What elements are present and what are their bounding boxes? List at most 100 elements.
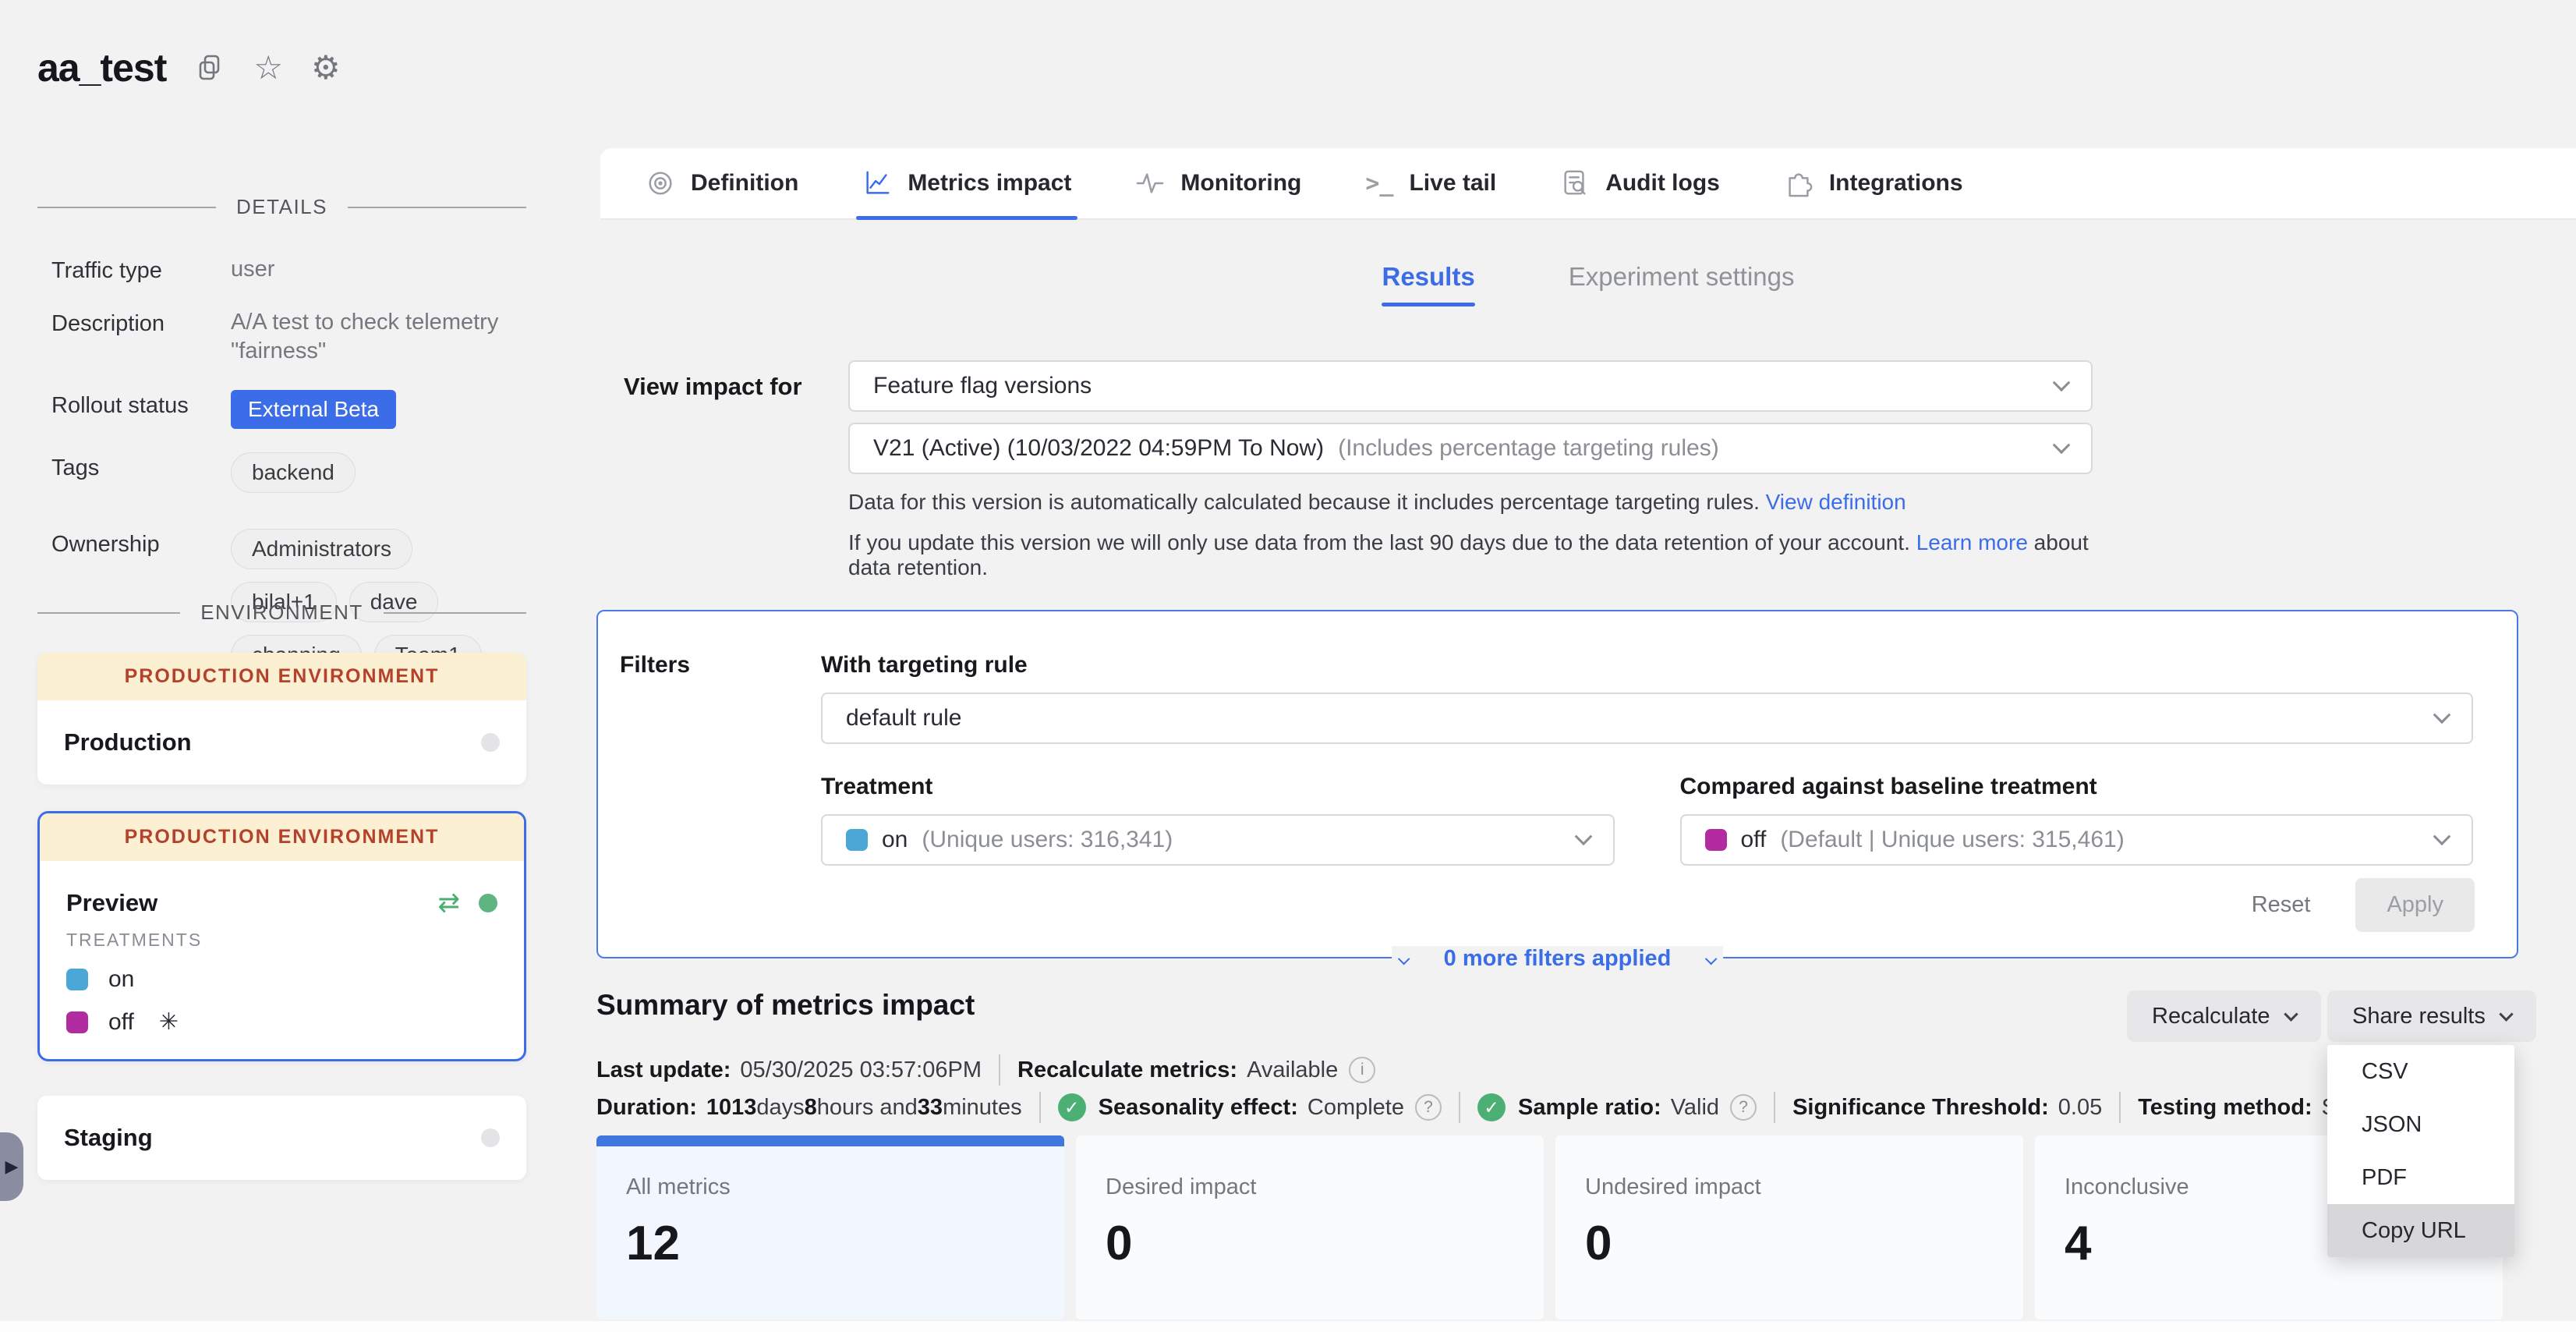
tab-label: Live tail — [1409, 170, 1496, 197]
more-filters-toggle[interactable]: 0 more filters applied — [1392, 946, 1724, 972]
seasonality-label: Seasonality effect: — [1099, 1095, 1298, 1121]
description-label: Description — [51, 308, 231, 367]
question-icon[interactable]: ? — [1730, 1094, 1757, 1121]
tab-bar: Definition Metrics impact Monitoring >_ … — [600, 148, 2576, 220]
chevron-down-icon — [1397, 953, 1410, 965]
tags-label: Tags — [51, 452, 231, 505]
subtab-experiment-settings[interactable]: Experiment settings — [1569, 262, 1795, 306]
tab-definition[interactable]: Definition — [646, 148, 798, 218]
bottom-strip — [0, 1321, 2576, 1332]
env-name-production: Production — [64, 728, 192, 756]
subtab-settings-label: Experiment settings — [1569, 262, 1795, 292]
metric-card-desired-impact[interactable]: Desired impact 0 — [1076, 1135, 1544, 1320]
metric-card-undesired-impact[interactable]: Undesired impact 0 — [1555, 1135, 2023, 1320]
version-value: V21 (Active) (10/03/2022 04:59PM To Now) — [873, 435, 1324, 462]
sample-ratio-value: Valid — [1671, 1095, 1719, 1121]
metric-card-value: 0 — [1585, 1216, 2023, 1271]
gear-icon[interactable]: ⚙ — [311, 51, 341, 84]
question-icon[interactable]: ? — [1415, 1094, 1442, 1121]
share-results-button-label: Share results — [2352, 1004, 2486, 1029]
line-chart-icon — [862, 168, 892, 198]
production-env-banner: PRODUCTION ENVIRONMENT — [40, 813, 524, 861]
chevron-down-icon — [2284, 1007, 2298, 1021]
treatment-off-swatch — [66, 1011, 88, 1033]
menu-item-json[interactable]: JSON — [2327, 1098, 2514, 1151]
rollout-status-badge[interactable]: External Beta — [231, 390, 396, 429]
share-results-menu: CSV JSON PDF Copy URL — [2327, 1045, 2514, 1257]
tag-pill[interactable]: backend — [231, 452, 356, 493]
data-retention-note-text: If you update this version we will only … — [848, 530, 1916, 554]
filters-title: Filters — [620, 652, 821, 957]
duration-hours-unit: hours and — [817, 1095, 918, 1121]
swap-arrows-icon: ⇄ — [438, 890, 461, 916]
env-status-dot — [481, 1128, 500, 1147]
results-subtabs: Results Experiment settings — [600, 262, 2576, 306]
menu-item-copy-url[interactable]: Copy URL — [2327, 1204, 2514, 1257]
info-icon[interactable]: i — [1349, 1057, 1375, 1083]
env-name-preview: Preview — [66, 889, 157, 917]
duration-days-unit: days — [756, 1095, 804, 1121]
view-definition-link[interactable]: View definition — [1766, 490, 1906, 514]
chevron-down-icon — [2499, 1007, 2513, 1021]
recalculate-metrics-label: Recalculate metrics: — [1017, 1057, 1237, 1083]
divider — [1039, 1092, 1041, 1123]
menu-item-pdf[interactable]: PDF — [2327, 1151, 2514, 1204]
baseline-label: Compared against baseline treatment — [1680, 774, 2474, 800]
tab-monitoring[interactable]: Monitoring — [1135, 148, 1301, 218]
check-circle-icon: ✓ — [1058, 1093, 1086, 1121]
treatment-item-off: off ✳ — [66, 1008, 524, 1036]
share-results-button[interactable]: Share results — [2327, 990, 2536, 1042]
subtab-results[interactable]: Results — [1382, 262, 1474, 306]
star-icon[interactable]: ☆ — [253, 51, 283, 84]
summary-meta-line-2: Duration: 1013 days 8 hours and 33 minut… — [596, 1092, 2362, 1123]
metric-card-all-metrics[interactable]: All metrics 12 — [596, 1135, 1064, 1320]
more-filters-label: 0 more filters applied — [1444, 946, 1672, 972]
targeting-rule-value: default rule — [846, 705, 961, 732]
targeting-rule-select[interactable]: default rule — [821, 693, 2473, 744]
version-auto-note-text: Data for this version is automatically c… — [848, 490, 1766, 514]
subtab-results-label: Results — [1382, 262, 1474, 292]
metric-summary-cards: All metrics 12 Desired impact 0 Undesire… — [596, 1135, 2503, 1320]
recalculate-button[interactable]: Recalculate — [2127, 990, 2321, 1042]
env-status-dot — [481, 733, 500, 752]
chevron-down-icon — [1574, 827, 1592, 845]
copy-icon[interactable] — [194, 52, 225, 83]
env-card-production[interactable]: PRODUCTION ENVIRONMENT Production — [37, 653, 526, 785]
reset-button[interactable]: Reset — [2252, 892, 2311, 918]
version-select[interactable]: V21 (Active) (10/03/2022 04:59PM To Now)… — [848, 423, 2093, 474]
filters-panel: Filters With targeting rule default rule… — [596, 610, 2518, 958]
env-name-staging: Staging — [64, 1124, 153, 1152]
treatment-off-swatch — [1705, 829, 1727, 851]
chevron-down-icon — [1705, 953, 1718, 965]
metric-card-value: 12 — [626, 1216, 1064, 1271]
menu-item-csv[interactable]: CSV — [2327, 1045, 2514, 1098]
summary-title: Summary of metrics impact — [596, 989, 975, 1022]
tab-metrics-impact[interactable]: Metrics impact — [862, 148, 1071, 218]
document-search-icon — [1560, 168, 1590, 198]
data-retention-note: If you update this version we will only … — [848, 530, 2093, 580]
description-value: A/A test to check telemetry "fairness" — [231, 308, 526, 367]
significance-value: 0.05 — [2058, 1095, 2102, 1121]
sidebar-collapse-handle[interactable]: ▶ — [0, 1132, 23, 1201]
tab-live-tail[interactable]: >_ Live tail — [1365, 148, 1496, 218]
baseline-select[interactable]: off (Default | Unique users: 315,461) — [1680, 814, 2474, 866]
page-title: aa_test — [37, 45, 166, 90]
chevron-down-icon — [2053, 436, 2071, 454]
treatment-select[interactable]: on (Unique users: 316,341) — [821, 814, 1615, 866]
tab-label: Definition — [691, 170, 798, 197]
treatment-select-value: on — [882, 827, 908, 853]
tab-audit-logs[interactable]: Audit logs — [1560, 148, 1720, 218]
env-card-staging[interactable]: Staging — [37, 1096, 526, 1180]
sidebar: aa_test ☆ ⚙ DETAILS Traffic type user De… — [0, 0, 589, 1332]
owner-pill[interactable]: Administrators — [231, 529, 412, 569]
tab-integrations[interactable]: Integrations — [1784, 148, 1963, 218]
apply-button[interactable]: Apply — [2355, 878, 2475, 932]
env-card-preview[interactable]: PRODUCTION ENVIRONMENT Preview ⇄ TREATME… — [37, 811, 526, 1061]
duration-minutes-unit: minutes — [943, 1095, 1022, 1121]
learn-more-link[interactable]: Learn more — [1916, 530, 2028, 554]
treatment-label: Treatment — [821, 774, 1615, 800]
divider — [1459, 1092, 1460, 1123]
production-env-banner: PRODUCTION ENVIRONMENT — [37, 653, 526, 700]
metric-card-label: Desired impact — [1106, 1174, 1544, 1200]
impact-type-select[interactable]: Feature flag versions — [848, 360, 2093, 412]
